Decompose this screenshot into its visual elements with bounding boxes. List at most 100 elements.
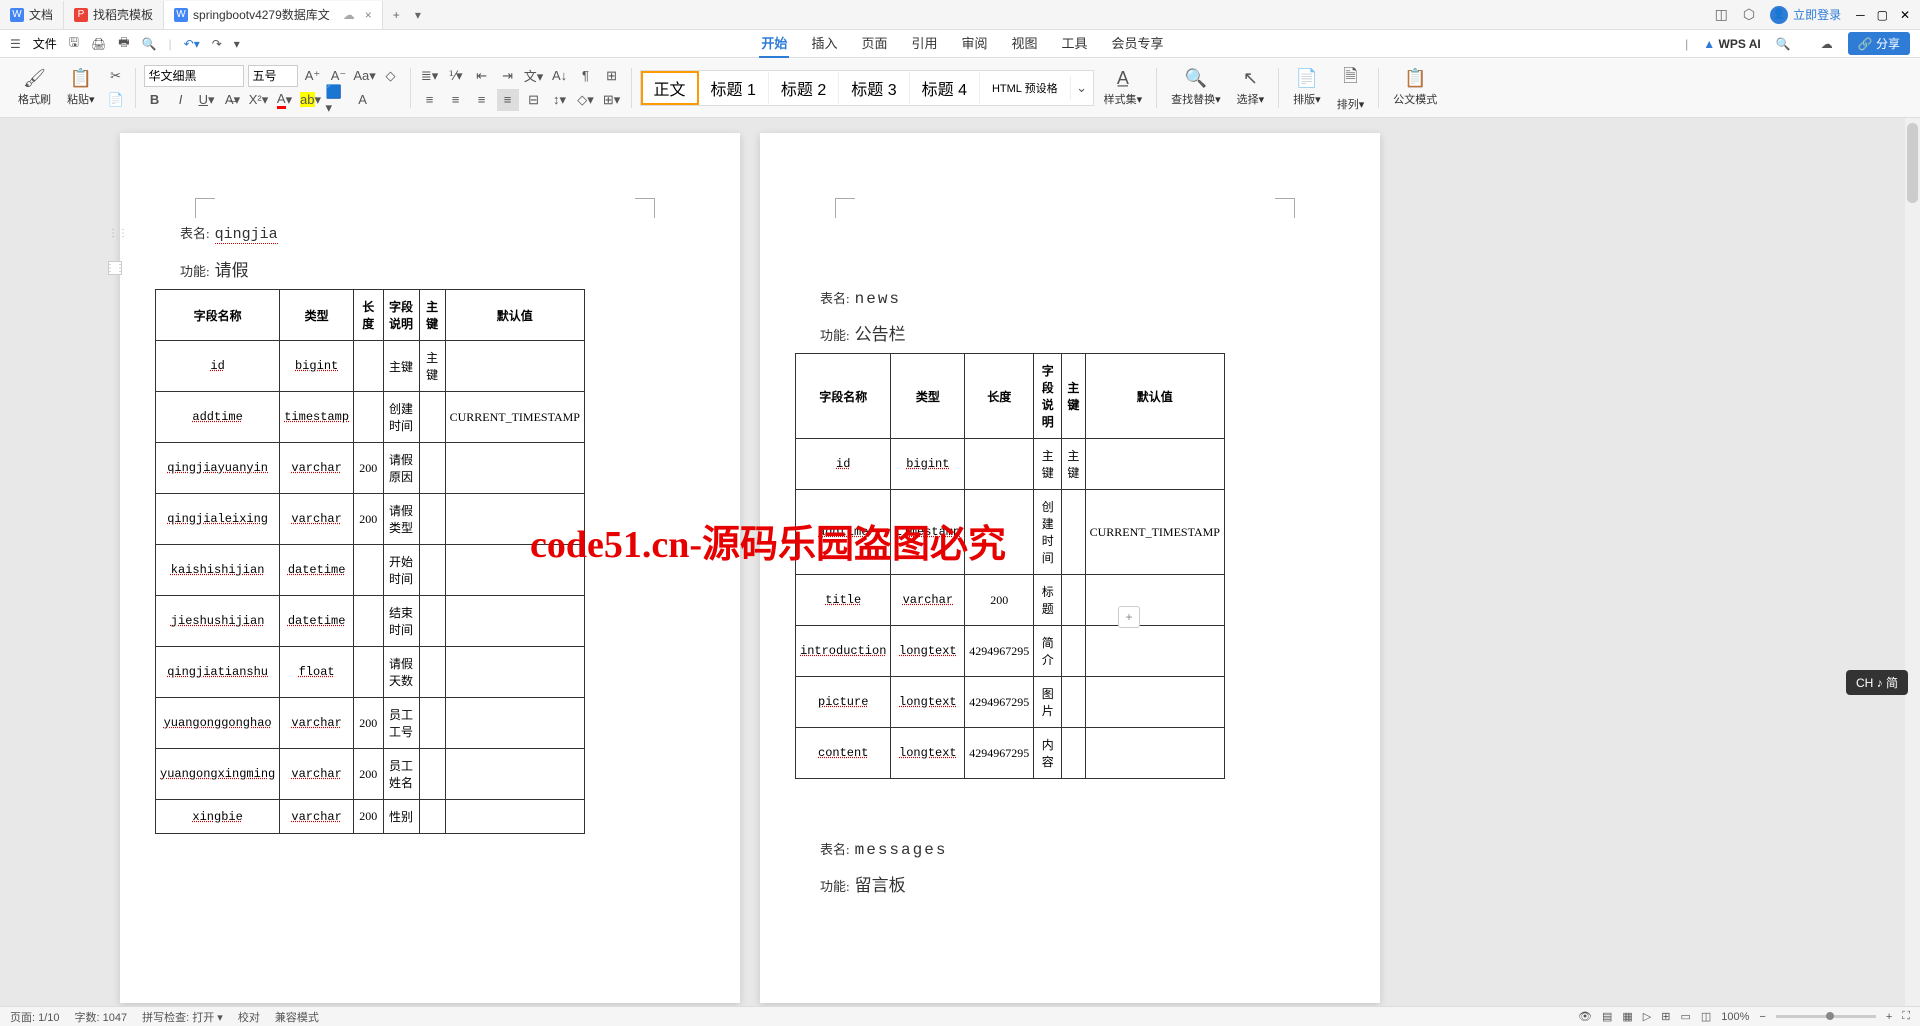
bold-icon[interactable]: B — [144, 89, 166, 111]
style-h1[interactable]: 标题 1 — [699, 72, 769, 104]
style-normal[interactable]: 正文 — [641, 71, 699, 105]
redo-icon[interactable]: ↷ — [212, 37, 222, 51]
line-spacing-icon[interactable]: ↕▾ — [549, 89, 571, 111]
show-marks-icon[interactable]: ¶ — [575, 65, 597, 87]
font-color-icon[interactable]: A▾ — [274, 89, 296, 111]
superscript-icon[interactable]: X²▾ — [248, 89, 270, 111]
window-mode-icon[interactable]: ◫ — [1715, 6, 1728, 23]
underline-icon[interactable]: U▾ — [196, 89, 218, 111]
menu-tab-reference[interactable]: 引用 — [909, 29, 939, 58]
highlight-icon[interactable]: ab▾ — [300, 89, 322, 111]
clear-format-icon[interactable]: ◇ — [380, 65, 402, 87]
arrange-button[interactable]: 🗎 排列▾ — [1331, 62, 1371, 114]
borders-icon[interactable]: ⊞▾ — [601, 89, 623, 111]
style-h4[interactable]: 标题 4 — [910, 72, 980, 104]
char-border-icon[interactable]: A — [352, 89, 374, 111]
tab-template[interactable]: P 找稻壳模板 — [64, 1, 164, 29]
cloud-icon[interactable]: ☁ — [1821, 37, 1833, 51]
menu-tab-review[interactable]: 审阅 — [959, 29, 989, 58]
align-right-icon[interactable]: ≡ — [471, 89, 493, 111]
layout-button[interactable]: 📄 排版▾ — [1287, 66, 1327, 109]
login-button[interactable]: 👤 立即登录 — [1770, 6, 1841, 24]
word-count[interactable]: 字数: 1047 — [75, 1009, 128, 1025]
menu-tab-start[interactable]: 开始 — [759, 29, 789, 58]
para-shading-icon[interactable]: ◇▾ — [575, 89, 597, 111]
font-select[interactable] — [144, 65, 244, 87]
drag-handle-icon[interactable]: ⋮⋮ — [108, 228, 118, 238]
menu-tab-page[interactable]: 页面 — [859, 29, 889, 58]
drag-handle-icon[interactable]: ⋮⋮ — [108, 261, 122, 275]
official-doc-button[interactable]: 📋 公文模式 — [1387, 66, 1443, 109]
sort-icon[interactable]: A↓ — [549, 65, 571, 87]
file-menu[interactable]: 文件 — [33, 35, 57, 52]
bullets-icon[interactable]: ≣▾ — [419, 65, 441, 87]
preview-icon[interactable]: 🔍 — [142, 37, 157, 51]
print-view-icon[interactable]: ▭ — [1680, 1010, 1690, 1023]
page-indicator[interactable]: 页面: 1/10 — [10, 1009, 60, 1025]
style-h3[interactable]: 标题 3 — [839, 72, 909, 104]
menu-tab-view[interactable]: 视图 — [1010, 29, 1040, 58]
menu-tab-tools[interactable]: 工具 — [1060, 29, 1090, 58]
distribute-icon[interactable]: ⊟ — [523, 89, 545, 111]
tab-dropdown-icon[interactable]: ▾ — [410, 8, 426, 22]
view-mode-icon[interactable]: 👁 — [1578, 1010, 1592, 1023]
wps-ai-button[interactable]: ▲ WPS AI — [1703, 37, 1760, 51]
ime-indicator[interactable]: CH ♪ 简 — [1846, 670, 1908, 695]
cube-icon[interactable]: ⬡ — [1743, 6, 1755, 23]
play-icon[interactable]: ▷ — [1643, 1010, 1651, 1023]
vertical-scrollbar[interactable] — [1905, 118, 1920, 1006]
increase-font-icon[interactable]: A⁺ — [302, 65, 324, 87]
tab-docs[interactable]: W 文档 — [0, 1, 64, 29]
tab-menu-icon[interactable]: ☁ — [343, 8, 355, 22]
find-replace-button[interactable]: 🔍 查找替换▾ — [1165, 66, 1227, 109]
increase-indent-icon[interactable]: ⇥ — [497, 65, 519, 87]
compat-mode[interactable]: 兼容模式 — [275, 1009, 319, 1025]
undo-icon[interactable]: ↶▾ — [184, 37, 200, 51]
styles-button[interactable]: A̲ 样式集▾ — [1098, 66, 1149, 109]
menu-tab-insert[interactable]: 插入 — [809, 29, 839, 58]
more-dropdown-icon[interactable]: ▾ — [234, 37, 240, 51]
select-button[interactable]: ↖ 选择▾ — [1231, 66, 1271, 109]
zoom-slider[interactable] — [1776, 1015, 1876, 1018]
document-area[interactable]: ⋮⋮ ⋮⋮ 表名:qingjia 功能:请假 字段名称类型长度字段说明主键默认值… — [0, 118, 1905, 1006]
fullscreen-view-icon[interactable]: ◫ — [1701, 1010, 1711, 1023]
copy-icon[interactable]: 📄 — [105, 89, 127, 111]
add-block-button[interactable]: + — [1118, 606, 1140, 628]
menu-tab-vip[interactable]: 会员专享 — [1110, 29, 1166, 58]
scrollbar-thumb[interactable] — [1907, 123, 1918, 203]
web-view-icon[interactable]: ⊞ — [1661, 1010, 1670, 1023]
search-icon[interactable]: 🔍 — [1776, 37, 1791, 51]
share-button[interactable]: 🔗 分享 — [1848, 32, 1910, 55]
spell-check-status[interactable]: 拼写检查: 打开 ▾ — [142, 1009, 223, 1025]
cut-icon[interactable]: ✂ — [105, 65, 127, 87]
print-icon[interactable]: 🖶 — [118, 33, 129, 54]
text-direction-icon[interactable]: 文▾ — [523, 65, 545, 87]
save-icon[interactable]: 🖫 — [69, 33, 79, 54]
style-html[interactable]: HTML 预设格 — [980, 76, 1071, 100]
change-case-icon[interactable]: Aa▾ — [354, 65, 376, 87]
style-more-icon[interactable]: ⌄ — [1071, 77, 1093, 99]
tab-current-doc[interactable]: W springbootv4279数据库文 ☁ × — [164, 1, 383, 29]
paste-button[interactable]: 📋 粘贴▾ — [61, 66, 101, 109]
new-tab-button[interactable]: + — [383, 8, 410, 22]
italic-icon[interactable]: I — [170, 89, 192, 111]
maximize-icon[interactable]: ▢ — [1877, 8, 1888, 22]
outline-view-icon[interactable]: ▤ — [1602, 1010, 1612, 1023]
proofreading-status[interactable]: 校对 — [238, 1009, 260, 1025]
hamburger-icon[interactable]: ☰ — [10, 37, 21, 51]
reading-view-icon[interactable]: ▦ — [1622, 1010, 1632, 1023]
numbering-icon[interactable]: ⅟▾ — [445, 65, 467, 87]
close-icon[interactable]: × — [365, 8, 372, 22]
fit-page-icon[interactable]: ⛶ — [1902, 1010, 1910, 1023]
export-icon[interactable]: 🖨 — [91, 37, 106, 51]
tabs-icon[interactable]: ⊞ — [601, 65, 623, 87]
zoom-out-icon[interactable]: − — [1759, 1011, 1765, 1023]
align-left-icon[interactable]: ≡ — [419, 89, 441, 111]
align-center-icon[interactable]: ≡ — [445, 89, 467, 111]
zoom-in-icon[interactable]: + — [1886, 1011, 1892, 1023]
strikethrough-icon[interactable]: A̶▾ — [222, 89, 244, 111]
format-painter-button[interactable]: 🖌 格式刷 — [12, 66, 57, 109]
style-h2[interactable]: 标题 2 — [769, 72, 839, 104]
zoom-level[interactable]: 100% — [1721, 1011, 1749, 1023]
minimize-icon[interactable]: ─ — [1856, 8, 1865, 22]
